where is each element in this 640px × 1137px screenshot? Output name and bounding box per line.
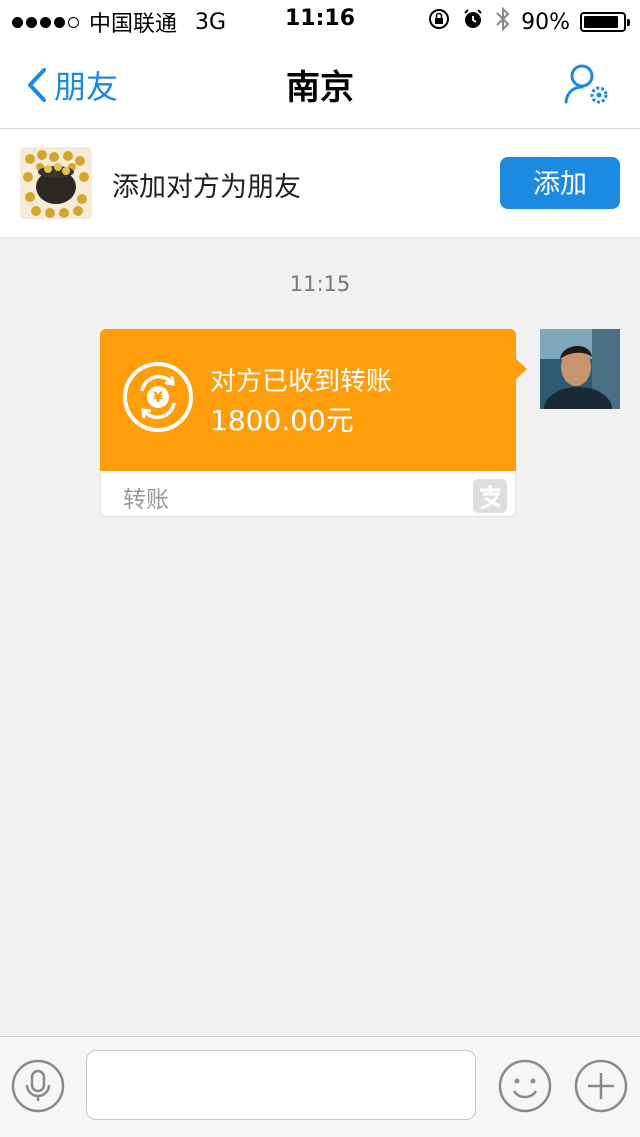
alarm-icon bbox=[461, 7, 485, 37]
input-bar bbox=[0, 1036, 640, 1137]
transfer-message-card[interactable]: ¥ 对方已收到转账 1800.00元 转账 bbox=[100, 329, 516, 517]
more-options-button[interactable] bbox=[574, 1059, 628, 1117]
voice-button[interactable] bbox=[11, 1059, 65, 1117]
status-bar: 中国联通 3G 11:16 90% bbox=[0, 0, 640, 40]
nav-bar: 朋友 南京 bbox=[0, 40, 640, 129]
page-title: 南京 bbox=[286, 68, 354, 108]
transfer-status: 对方已收到转账 bbox=[210, 367, 393, 397]
bubble-tail bbox=[515, 358, 527, 380]
status-right: 90% bbox=[427, 6, 630, 38]
transfer-amount: 1800.00元 bbox=[210, 404, 354, 437]
sender-avatar[interactable] bbox=[540, 329, 620, 409]
transfer-yuan-icon: ¥ bbox=[123, 362, 193, 432]
svg-text:¥: ¥ bbox=[153, 390, 163, 406]
microphone-icon bbox=[11, 1059, 65, 1113]
bluetooth-icon bbox=[495, 6, 511, 38]
transfer-label: 转账 bbox=[123, 487, 169, 513]
rotation-lock-icon bbox=[427, 7, 451, 37]
chat-settings-button[interactable] bbox=[562, 62, 612, 112]
add-friend-bar: 添加对方为朋友 添加 bbox=[0, 129, 640, 238]
message-timestamp: 11:15 bbox=[289, 272, 351, 296]
add-friend-prompt: 添加对方为朋友 bbox=[112, 172, 301, 203]
alipay-icon bbox=[473, 479, 507, 513]
smiley-icon bbox=[498, 1059, 552, 1113]
plus-icon bbox=[574, 1059, 628, 1113]
battery-percent: 90% bbox=[521, 9, 570, 35]
friend-avatar[interactable] bbox=[20, 147, 92, 219]
emoji-button[interactable] bbox=[498, 1059, 552, 1117]
battery-icon bbox=[580, 12, 630, 32]
message-input[interactable] bbox=[86, 1050, 476, 1120]
user-settings-icon bbox=[564, 64, 608, 104]
transfer-card-header: ¥ 对方已收到转账 1800.00元 bbox=[100, 329, 516, 471]
add-friend-button[interactable]: 添加 bbox=[500, 157, 620, 209]
